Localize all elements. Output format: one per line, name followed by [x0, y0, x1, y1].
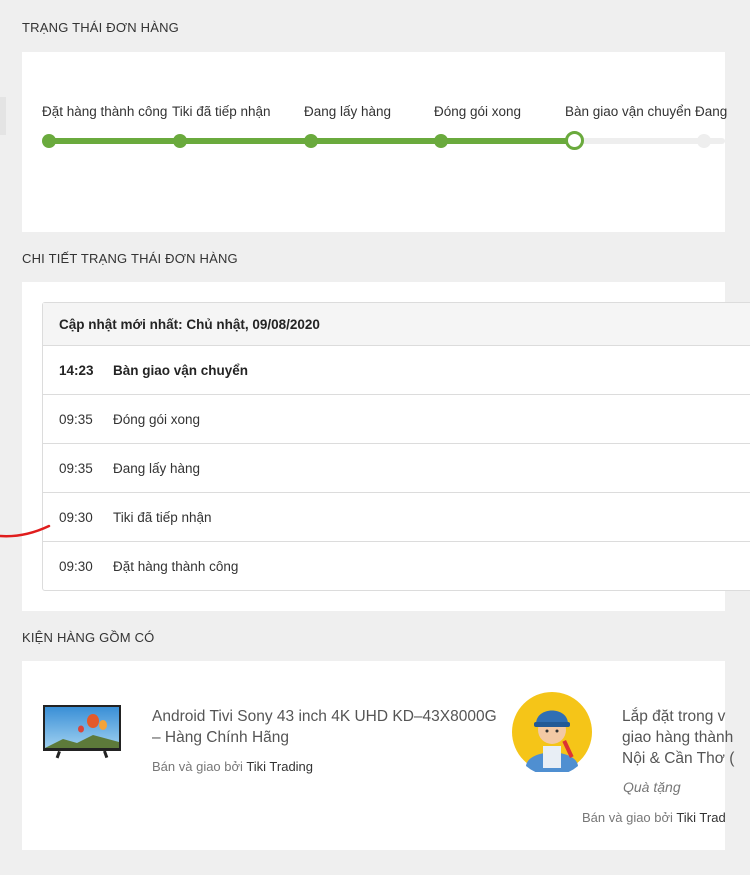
product-seller: Bán và giao bởi Tiki Trading [152, 759, 313, 774]
row-time: 09:30 [59, 558, 93, 574]
technician-avatar [512, 692, 592, 772]
progress-dot-4 [434, 134, 448, 148]
gift-name-line-3: Nội & Cần Thơ ( [622, 750, 735, 767]
row-status: Bàn giao vận chuyển [113, 362, 249, 378]
row-time: 14:23 [59, 362, 94, 378]
seller-name[interactable]: Tiki Trad [676, 810, 725, 825]
order-status-title: TRẠNG THÁI ĐƠN HÀNG [22, 20, 179, 35]
red-annotation-mark [0, 524, 51, 538]
progress-dot-6 [697, 134, 711, 148]
table-row: 14:23 Bàn giao vận chuyển [43, 346, 750, 395]
step-label-packed: Đóng gói xong [434, 104, 522, 119]
package-title: KIỆN HÀNG GỒM CÓ [22, 630, 155, 645]
tv-product-image[interactable] [43, 705, 121, 759]
table-row: 09:30 Tiki đã tiếp nhận [43, 493, 750, 542]
latest-update-header: Cập nhật mới nhất: Chủ nhật, 09/08/2020 [43, 303, 750, 346]
table-row: 09:30 Đặt hàng thành công [43, 542, 750, 590]
row-status: Đang lấy hàng [113, 460, 201, 476]
step-label-ordered: Đặt hàng thành công [42, 104, 168, 119]
step-label-received: Tiki đã tiếp nhận [172, 104, 271, 119]
step-label-handover: Bàn giao vận chuyển [565, 104, 692, 119]
seller-name[interactable]: Tiki Trading [246, 759, 313, 774]
step-label-picking: Đang lấy hàng [304, 104, 392, 119]
gift-name-line-2: giao hàng thành [622, 729, 734, 746]
row-status: Đặt hàng thành công [113, 558, 239, 574]
status-detail-title: CHI TIẾT TRẠNG THÁI ĐƠN HÀNG [22, 251, 238, 266]
progress-dot-1 [42, 134, 56, 148]
progress-dot-3 [304, 134, 318, 148]
seller-prefix: Bán và giao bởi [582, 810, 673, 825]
progress-dot-2 [173, 134, 187, 148]
status-detail-table: Cập nhật mới nhất: Chủ nhật, 09/08/2020 … [42, 302, 750, 591]
gift-name[interactable]: Lắp đặt trong v giao hàng thành Nội & Cầ… [622, 706, 750, 769]
gift-tag: Quà tặng [623, 779, 681, 795]
row-time: 09:35 [59, 411, 93, 427]
left-edge-tab [0, 97, 6, 135]
table-row: 09:35 Đóng gói xong [43, 395, 750, 444]
row-status: Tiki đã tiếp nhận [113, 509, 212, 525]
seller-prefix: Bán và giao bởi [152, 759, 243, 774]
progress-dot-current [565, 131, 584, 150]
product-name[interactable]: Android Tivi Sony 43 inch 4K UHD KD–43X8… [152, 706, 502, 748]
gift-seller: Bán và giao bởi Tiki Trad [582, 810, 726, 825]
gift-name-line-1: Lắp đặt trong v [622, 708, 726, 725]
row-status: Đóng gói xong [113, 411, 201, 427]
step-label-next: Đang [695, 104, 728, 119]
row-time: 09:35 [59, 460, 93, 476]
table-row: 09:35 Đang lấy hàng [43, 444, 750, 493]
